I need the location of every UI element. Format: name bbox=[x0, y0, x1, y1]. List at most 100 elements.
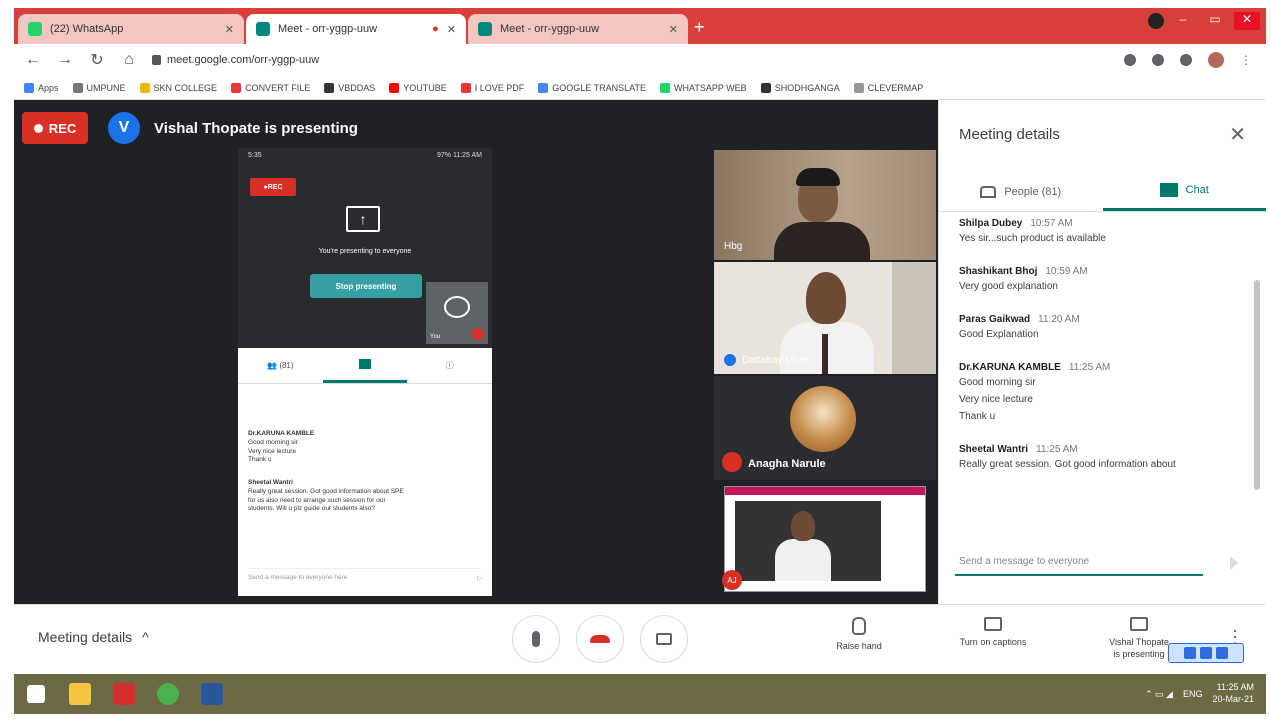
close-window-button[interactable]: ✕ bbox=[1234, 12, 1260, 30]
participant-video bbox=[774, 222, 870, 260]
bookmark-item[interactable]: I LOVE PDF bbox=[460, 82, 525, 93]
participant-video bbox=[822, 334, 828, 374]
bookmark-item[interactable]: UMPUNE bbox=[72, 82, 126, 93]
chat-message: Dr.KARUNA KAMBLE 11:25 AM Good morning sir… bbox=[959, 362, 1243, 422]
lock-icon bbox=[152, 55, 161, 65]
presenter-banner: V Vishal Thopate is presenting bbox=[108, 112, 358, 144]
url-field[interactable]: meet.google.com/orr-yggp-uuw bbox=[152, 54, 319, 66]
maximize-button[interactable]: ▭ bbox=[1202, 12, 1228, 30]
participant-video bbox=[796, 168, 840, 186]
chat-timestamp: 10:57 AM bbox=[1030, 218, 1073, 229]
participant-name: Dattatray More bbox=[724, 354, 808, 366]
phone-status-left: 5:35 bbox=[248, 152, 262, 159]
extension-icon[interactable] bbox=[1180, 54, 1192, 66]
bookmark-item[interactable]: CLEVERMAP bbox=[853, 82, 923, 93]
new-tab-button[interactable]: + bbox=[694, 17, 705, 38]
participant-name-text: Dattatray More bbox=[742, 354, 809, 366]
tab-whatsapp[interactable]: (22) WhatsApp ✕ bbox=[18, 14, 244, 44]
tab-meet-active[interactable]: Meet - orr-yggp-uuw ● ✕ bbox=[246, 14, 466, 44]
people-icon: 👥 bbox=[267, 361, 278, 370]
panel-tabs: People (81) Chat bbox=[939, 172, 1266, 212]
star-icon[interactable] bbox=[1152, 54, 1164, 66]
leave-call-button[interactable] bbox=[576, 615, 624, 663]
camera-icon bbox=[656, 633, 672, 645]
chat-scrollbar[interactable] bbox=[1254, 280, 1260, 490]
participant-tile[interactable]: Anagha Narule bbox=[714, 376, 936, 480]
close-icon[interactable]: ✕ bbox=[669, 23, 678, 36]
camera-icon[interactable] bbox=[1124, 54, 1136, 66]
record-dot-icon bbox=[33, 123, 43, 133]
presenting-label-line1: Vishal Thopate bbox=[1109, 637, 1169, 647]
bookmark-item[interactable]: WHATSAPP WEB bbox=[660, 82, 747, 93]
clock[interactable]: 11:25 AM 20-Mar-21 bbox=[1212, 682, 1254, 705]
tab-chat[interactable]: Chat bbox=[1102, 172, 1266, 211]
phone-chat-line: Very nice lecture bbox=[248, 447, 297, 455]
chat-text: Good Explanation bbox=[959, 329, 1039, 340]
chat-sender: Shilpa Dubey bbox=[959, 218, 1023, 229]
chat-timestamp: 11:25 AM bbox=[1068, 362, 1111, 373]
bookmark-item[interactable]: CONVERT FILE bbox=[231, 82, 310, 93]
phone-tabs: 👥 (81) ⓘ bbox=[238, 348, 492, 384]
camera-button[interactable] bbox=[640, 615, 688, 663]
participant-tile[interactable]: Hbg bbox=[714, 150, 936, 260]
hand-icon bbox=[852, 617, 866, 635]
raise-hand-button[interactable]: Raise hand bbox=[804, 617, 914, 651]
bookmark-icon bbox=[538, 82, 549, 93]
close-icon[interactable]: ✕ bbox=[1229, 122, 1246, 147]
tab-people[interactable]: People (81) bbox=[939, 172, 1103, 211]
bookmark-item[interactable]: SKN COLLEGE bbox=[139, 82, 217, 93]
microphone-button[interactable] bbox=[512, 615, 560, 663]
chat-sender-row: Dr.KARUNA KAMBLE 11:25 AM bbox=[959, 362, 1243, 373]
bookmark-icon bbox=[760, 82, 771, 93]
send-icon[interactable] bbox=[1230, 556, 1244, 570]
phone-chat-line: for us also need to arrange such session… bbox=[248, 496, 386, 504]
taskbar-explorer[interactable] bbox=[58, 674, 102, 714]
bookmark-label: I LOVE PDF bbox=[474, 82, 525, 93]
floating-tool-widget[interactable] bbox=[1168, 643, 1244, 663]
meeting-details-button[interactable]: Meeting details ^ bbox=[38, 629, 149, 645]
taskbar-chrome[interactable] bbox=[146, 674, 190, 714]
bookmark-item[interactable]: VBDDAS bbox=[324, 82, 375, 93]
tray-icons[interactable]: ⌃ ▭ ◢ bbox=[1145, 689, 1173, 700]
screen: (22) WhatsApp ✕ Meet - orr-yggp-uuw ● ✕ … bbox=[14, 8, 1266, 714]
meeting-controls: Meeting details ^ Raise hand Turn on cap… bbox=[14, 604, 1266, 674]
bookmark-label: UMPUNE bbox=[86, 82, 126, 93]
reload-icon[interactable]: ↻ bbox=[88, 50, 106, 70]
taskbar-acrobat[interactable] bbox=[102, 674, 146, 714]
menu-icon[interactable]: ⋮ bbox=[1240, 53, 1252, 67]
taskbar-word[interactable] bbox=[190, 674, 234, 714]
panel-title: Meeting details bbox=[959, 126, 1060, 143]
chat-text: Really great session. Got good informati… bbox=[959, 459, 1176, 470]
clock-date: 20-Mar-21 bbox=[1212, 694, 1254, 704]
chat-sender: Dr.KARUNA KAMBLE bbox=[959, 362, 1061, 373]
bookmark-item[interactable]: Apps bbox=[24, 82, 59, 93]
captions-button[interactable]: Turn on captions bbox=[938, 617, 1048, 647]
bookmark-item[interactable]: YOUTUBE bbox=[389, 82, 447, 93]
close-icon[interactable]: ✕ bbox=[225, 23, 234, 36]
whatsapp-icon bbox=[28, 22, 42, 36]
chat-text: Thank u bbox=[959, 411, 996, 422]
chat-input[interactable]: Send a message to everyone bbox=[955, 548, 1203, 576]
chat-sender: Paras Gaikwad bbox=[959, 314, 1031, 325]
bookmark-item[interactable]: GOOGLE TRANSLATE bbox=[538, 82, 646, 93]
phone-chat-line: Good morning sir bbox=[248, 438, 298, 446]
phone-chat-sender: Dr.KARUNA KAMBLE bbox=[248, 430, 315, 437]
bookmark-label: WHATSAPP WEB bbox=[674, 82, 747, 93]
participant-tile[interactable]: Dattatray More bbox=[714, 262, 936, 374]
back-icon[interactable]: ← bbox=[24, 51, 42, 69]
start-button[interactable] bbox=[14, 674, 58, 714]
phone-input-placeholder: Send a message to everyone here bbox=[248, 574, 348, 581]
tool-icon bbox=[1216, 647, 1228, 659]
profile-icon[interactable] bbox=[1148, 13, 1164, 29]
tab-meet[interactable]: Meet - orr-yggp-uuw ✕ bbox=[468, 14, 688, 44]
captions-icon bbox=[984, 617, 1002, 631]
close-icon[interactable]: ✕ bbox=[447, 23, 456, 36]
bookmark-icon bbox=[660, 82, 670, 93]
home-icon[interactable]: ⌂ bbox=[120, 51, 138, 69]
bookmark-item[interactable]: SHODHGANGA bbox=[760, 82, 840, 93]
participant-tile[interactable]: AJ bbox=[714, 486, 936, 598]
minimize-button[interactable]: – bbox=[1170, 12, 1196, 30]
avatar[interactable] bbox=[1208, 52, 1224, 68]
language-indicator[interactable]: ENG bbox=[1183, 689, 1203, 699]
forward-icon[interactable]: → bbox=[56, 51, 74, 69]
